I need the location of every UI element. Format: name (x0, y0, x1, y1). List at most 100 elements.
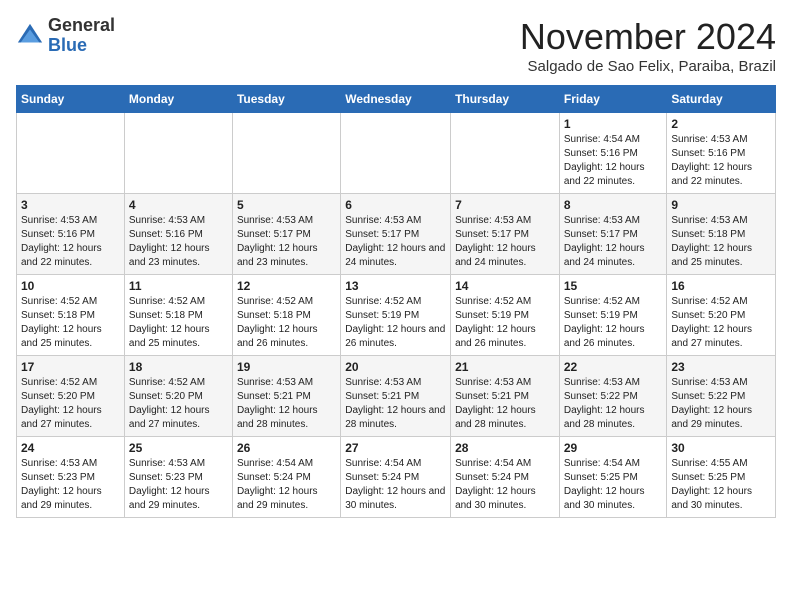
calendar-cell: 15 Sunrise: 4:52 AM Sunset: 5:19 PM Dayli… (559, 275, 667, 356)
day-detail: Sunrise: 4:53 AM Sunset: 5:16 PM Dayligh… (671, 133, 771, 189)
calendar-cell: 20Sunrise: 4:53 AM Sunset: 5:21 PM Dayli… (341, 356, 451, 437)
day-number: 7 (455, 198, 555, 212)
day-number: 9 (671, 198, 771, 212)
calendar-cell: 10Sunrise: 4:52 AM Sunset: 5:18 PM Dayli… (17, 275, 125, 356)
day-detail: Sunrise: 4:52 AM Sunset: 5:20 PM Dayligh… (671, 295, 771, 351)
day-detail: Sunrise: 4:53 AM Sunset: 5:22 PM Dayligh… (564, 376, 663, 432)
day-number: 24 (21, 441, 120, 455)
weekday-header-friday: Friday (559, 86, 667, 113)
day-detail: Sunrise: 4:53 AM Sunset: 5:17 PM Dayligh… (237, 214, 336, 270)
day-number: 23 (671, 360, 771, 374)
weekday-header-tuesday: Tuesday (232, 86, 340, 113)
calendar-cell: 7 Sunrise: 4:53 AM Sunset: 5:17 PM Daylig… (451, 194, 560, 275)
week-row-2: 3 Sunrise: 4:53 AM Sunset: 5:16 PM Daylig… (17, 194, 776, 275)
logo-icon (16, 22, 44, 50)
day-number: 28 (455, 441, 555, 455)
day-detail: Sunrise: 4:53 AM Sunset: 5:17 PM Dayligh… (345, 214, 446, 270)
week-row-5: 24 Sunrise: 4:53 AM Sunset: 5:23 PM Dayli… (17, 437, 776, 518)
day-number: 19 (237, 360, 336, 374)
day-detail: Sunrise: 4:53 AM Sunset: 5:18 PM Dayligh… (671, 214, 771, 270)
weekday-header-row: SundayMondayTuesdayWednesdayThursdayFrid… (17, 86, 776, 113)
day-number: 12 (237, 279, 336, 293)
calendar-cell: 2Sunrise: 4:53 AM Sunset: 5:16 PM Daylig… (667, 113, 776, 194)
calendar-cell: 26Sunrise: 4:54 AM Sunset: 5:24 PM Dayli… (232, 437, 340, 518)
day-detail: Sunrise: 4:53 AM Sunset: 5:16 PM Dayligh… (21, 214, 120, 270)
calendar-cell: 6 Sunrise: 4:53 AM Sunset: 5:17 PM Daylig… (341, 194, 451, 275)
calendar-table: SundayMondayTuesdayWednesdayThursdayFrid… (16, 85, 776, 518)
calendar-cell (17, 113, 125, 194)
calendar-cell: 12 Sunrise: 4:52 AM Sunset: 5:18 PM Dayli… (232, 275, 340, 356)
calendar-cell: 29Sunrise: 4:54 AM Sunset: 5:25 PM Dayli… (559, 437, 667, 518)
day-detail: Sunrise: 4:53 AM Sunset: 5:21 PM Dayligh… (237, 376, 336, 432)
day-number: 21 (455, 360, 555, 374)
calendar-cell: 30 Sunrise: 4:55 AM Sunset: 5:25 PM Dayli… (667, 437, 776, 518)
calendar-cell (124, 113, 232, 194)
day-detail: Sunrise: 4:53 AM Sunset: 5:17 PM Dayligh… (455, 214, 555, 270)
day-detail: Sunrise: 4:55 AM Sunset: 5:25 PM Dayligh… (671, 457, 771, 513)
day-detail: Sunrise: 4:54 AM Sunset: 5:24 PM Dayligh… (237, 457, 336, 513)
calendar-cell: 4 Sunrise: 4:53 AM Sunset: 5:16 PM Daylig… (124, 194, 232, 275)
calendar-cell: 5Sunrise: 4:53 AM Sunset: 5:17 PM Daylig… (232, 194, 340, 275)
day-number: 8 (564, 198, 663, 212)
day-detail: Sunrise: 4:52 AM Sunset: 5:20 PM Dayligh… (21, 376, 120, 432)
day-number: 20 (345, 360, 446, 374)
calendar-cell: 13 Sunrise: 4:52 AM Sunset: 5:19 PM Dayli… (341, 275, 451, 356)
calendar-cell: 23 Sunrise: 4:53 AM Sunset: 5:22 PM Dayli… (667, 356, 776, 437)
calendar-cell: 8 Sunrise: 4:53 AM Sunset: 5:17 PM Daylig… (559, 194, 667, 275)
logo: General Blue (16, 16, 115, 56)
week-row-3: 10 Sunrise: 4:52 AM Sunset: 5:18 PM Dayli… (17, 275, 776, 356)
day-detail: Sunrise: 4:53 AM Sunset: 5:17 PM Dayligh… (564, 214, 663, 270)
day-number: 3 (21, 198, 120, 212)
weekday-header-thursday: Thursday (451, 86, 560, 113)
calendar-cell: 21 Sunrise: 4:53 AM Sunset: 5:21 PM Dayli… (451, 356, 560, 437)
calendar-cell: 24 Sunrise: 4:53 AM Sunset: 5:23 PM Dayli… (17, 437, 125, 518)
day-detail: Sunrise: 4:53 AM Sunset: 5:21 PM Dayligh… (455, 376, 555, 432)
day-detail: Sunrise: 4:52 AM Sunset: 5:20 PM Dayligh… (129, 376, 228, 432)
day-number: 6 (345, 198, 446, 212)
day-detail: Sunrise: 4:54 AM Sunset: 5:24 PM Dayligh… (345, 457, 446, 513)
calendar-cell: 27 Sunrise: 4:54 AM Sunset: 5:24 PM Dayli… (341, 437, 451, 518)
calendar-cell: 1Sunrise: 4:54 AM Sunset: 5:16 PM Daylig… (559, 113, 667, 194)
day-detail: Sunrise: 4:52 AM Sunset: 5:19 PM Dayligh… (455, 295, 555, 351)
calendar-cell (232, 113, 340, 194)
day-number: 4 (129, 198, 228, 212)
weekday-header-wednesday: Wednesday (341, 86, 451, 113)
day-detail: Sunrise: 4:54 AM Sunset: 5:24 PM Dayligh… (455, 457, 555, 513)
calendar-cell: 19 Sunrise: 4:53 AM Sunset: 5:21 PM Dayli… (232, 356, 340, 437)
location-subtitle: Salgado de Sao Felix, Paraiba, Brazil (520, 58, 776, 75)
day-number: 18 (129, 360, 228, 374)
calendar-cell: 3 Sunrise: 4:53 AM Sunset: 5:16 PM Daylig… (17, 194, 125, 275)
day-number: 14 (455, 279, 555, 293)
day-number: 16 (671, 279, 771, 293)
weekday-header-sunday: Sunday (17, 86, 125, 113)
logo-blue-text: Blue (48, 35, 87, 55)
calendar-cell: 25 Sunrise: 4:53 AM Sunset: 5:23 PM Dayli… (124, 437, 232, 518)
day-detail: Sunrise: 4:52 AM Sunset: 5:19 PM Dayligh… (345, 295, 446, 351)
weekday-header-monday: Monday (124, 86, 232, 113)
day-number: 1 (564, 117, 663, 131)
day-number: 11 (129, 279, 228, 293)
day-detail: Sunrise: 4:53 AM Sunset: 5:23 PM Dayligh… (129, 457, 228, 513)
day-detail: Sunrise: 4:53 AM Sunset: 5:22 PM Dayligh… (671, 376, 771, 432)
day-detail: Sunrise: 4:53 AM Sunset: 5:16 PM Dayligh… (129, 214, 228, 270)
day-number: 17 (21, 360, 120, 374)
week-row-1: 1Sunrise: 4:54 AM Sunset: 5:16 PM Daylig… (17, 113, 776, 194)
calendar-cell: 14 Sunrise: 4:52 AM Sunset: 5:19 PM Dayli… (451, 275, 560, 356)
calendar-cell: 18 Sunrise: 4:52 AM Sunset: 5:20 PM Dayli… (124, 356, 232, 437)
day-detail: Sunrise: 4:53 AM Sunset: 5:23 PM Dayligh… (21, 457, 120, 513)
week-row-4: 17 Sunrise: 4:52 AM Sunset: 5:20 PM Dayli… (17, 356, 776, 437)
day-number: 15 (564, 279, 663, 293)
calendar-cell: 22Sunrise: 4:53 AM Sunset: 5:22 PM Dayli… (559, 356, 667, 437)
day-number: 13 (345, 279, 446, 293)
day-number: 25 (129, 441, 228, 455)
day-detail: Sunrise: 4:52 AM Sunset: 5:19 PM Dayligh… (564, 295, 663, 351)
day-number: 10 (21, 279, 120, 293)
day-number: 30 (671, 441, 771, 455)
title-block: November 2024 Salgado de Sao Felix, Para… (520, 16, 776, 75)
day-number: 27 (345, 441, 446, 455)
calendar-cell (341, 113, 451, 194)
calendar-cell: 11Sunrise: 4:52 AM Sunset: 5:18 PM Dayli… (124, 275, 232, 356)
day-detail: Sunrise: 4:52 AM Sunset: 5:18 PM Dayligh… (237, 295, 336, 351)
calendar-cell: 17 Sunrise: 4:52 AM Sunset: 5:20 PM Dayli… (17, 356, 125, 437)
day-detail: Sunrise: 4:54 AM Sunset: 5:25 PM Dayligh… (564, 457, 663, 513)
